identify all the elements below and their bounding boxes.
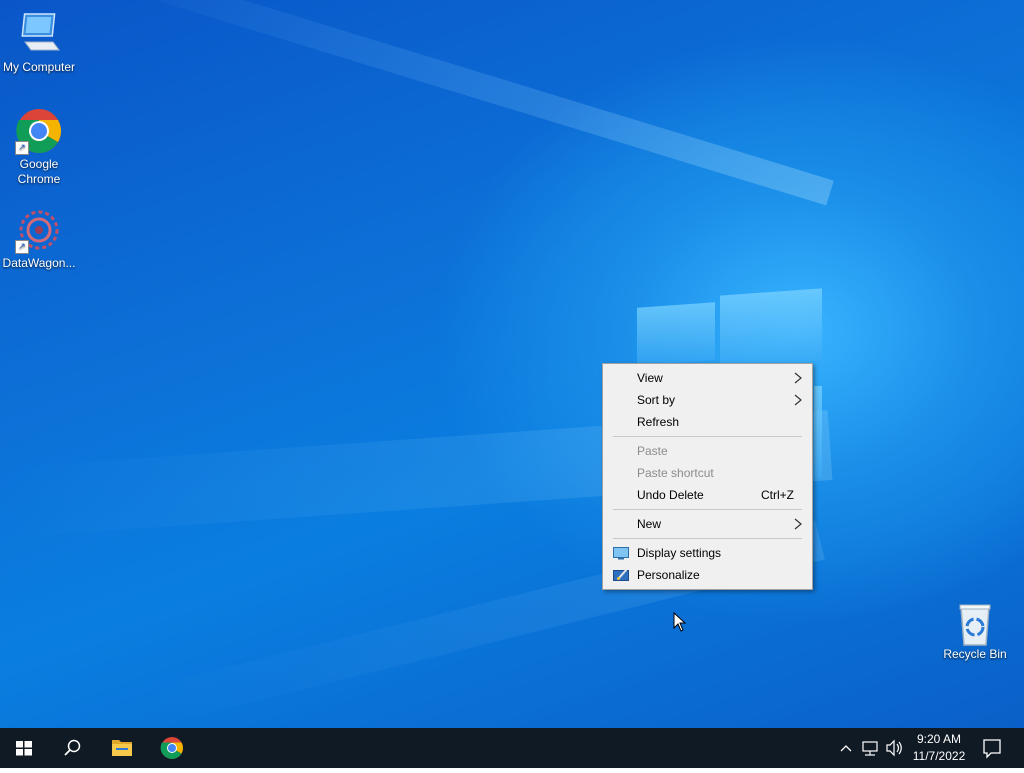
wallpaper-beam <box>89 0 834 206</box>
mouse-cursor-icon <box>673 612 687 632</box>
start-button[interactable] <box>0 728 48 768</box>
desktop-icon-recycle-bin[interactable]: Recycle Bin <box>936 603 1014 662</box>
recycle-bin-icon <box>951 603 999 646</box>
computer-icon <box>15 10 63 58</box>
show-hidden-icons-button[interactable] <box>834 728 858 768</box>
menu-item-undo-delete[interactable]: Undo Delete Ctrl+Z <box>605 484 810 506</box>
wallpaper-logo-pane <box>720 288 822 368</box>
desktop-icon-google-chrome[interactable]: ↗ Google Chrome <box>0 107 78 187</box>
menu-item-sort-by[interactable]: Sort by <box>605 389 810 411</box>
menu-item-new[interactable]: New <box>605 513 810 535</box>
display-settings-icon <box>613 547 629 560</box>
menu-separator <box>613 538 802 539</box>
menu-item-label: Undo Delete <box>637 488 704 502</box>
clock-button[interactable]: 9:20 AM 11/7/2022 <box>906 728 972 768</box>
file-explorer-button[interactable] <box>98 728 146 768</box>
menu-separator <box>613 436 802 437</box>
menu-item-label: New <box>637 517 662 531</box>
menu-item-display-settings[interactable]: Display settings <box>605 542 810 564</box>
search-button[interactable] <box>48 728 96 768</box>
volume-icon <box>886 739 902 757</box>
desktop-icon-label: Recycle Bin <box>943 647 1007 661</box>
chevron-right-icon <box>794 372 802 384</box>
menu-item-paste: Paste <box>605 440 810 462</box>
shortcut-arrow-icon: ↗ <box>15 141 29 155</box>
chrome-icon <box>160 737 183 759</box>
menu-item-label: View <box>637 371 663 385</box>
menu-item-refresh[interactable]: Refresh <box>605 411 810 433</box>
menu-item-label: Paste <box>637 444 668 458</box>
chrome-icon: ↗ <box>15 107 63 155</box>
file-explorer-icon <box>112 740 132 756</box>
wallpaper-logo-pane <box>637 302 715 366</box>
chevron-up-icon <box>840 745 852 752</box>
start-icon <box>16 741 32 756</box>
clock-date: 11/7/2022 <box>912 749 966 763</box>
action-center-button[interactable] <box>976 728 1024 768</box>
personalize-icon <box>613 568 629 581</box>
shortcut-arrow-icon: ↗ <box>15 240 29 254</box>
taskbar: 9:20 AM 11/7/2022 <box>0 728 1024 768</box>
desktop-icon-label: Google Chrome <box>17 157 61 186</box>
desktop-icon-datawagon[interactable]: ↗ DataWagon... <box>0 206 78 271</box>
notifications-icon <box>983 739 1001 759</box>
wallpaper-logo-pane <box>814 386 822 478</box>
search-icon <box>64 739 81 756</box>
chrome-taskbar-button[interactable] <box>148 728 196 768</box>
network-button[interactable] <box>858 728 882 768</box>
network-icon <box>862 741 878 756</box>
clock-time: 9:20 AM <box>916 732 962 746</box>
menu-separator <box>613 509 802 510</box>
menu-item-label: Refresh <box>637 415 680 429</box>
menu-item-shortcut: Ctrl+Z <box>761 488 794 502</box>
menu-item-paste-shortcut: Paste shortcut <box>605 462 810 484</box>
menu-item-view[interactable]: View <box>605 367 810 389</box>
chevron-right-icon <box>794 394 802 406</box>
chevron-right-icon <box>794 518 802 530</box>
menu-item-label: Paste shortcut <box>637 466 714 480</box>
volume-button[interactable] <box>882 728 906 768</box>
datawagon-icon: ↗ <box>15 206 63 254</box>
desktop-icon-label: My Computer <box>2 60 76 74</box>
desktop-context-menu: View Sort by Refresh Paste Paste shortcu… <box>602 363 813 590</box>
menu-item-personalize[interactable]: Personalize <box>605 564 810 586</box>
desktop-icon-my-computer[interactable]: My Computer <box>0 10 78 75</box>
desktop[interactable]: My Computer ↗ Google Chrome ↗ DataWagon.… <box>0 0 1024 728</box>
desktop-icon-label: DataWagon... <box>2 256 76 270</box>
menu-item-label: Sort by <box>637 393 676 407</box>
menu-item-label: Personalize <box>637 568 700 582</box>
menu-item-label: Display settings <box>637 546 722 560</box>
